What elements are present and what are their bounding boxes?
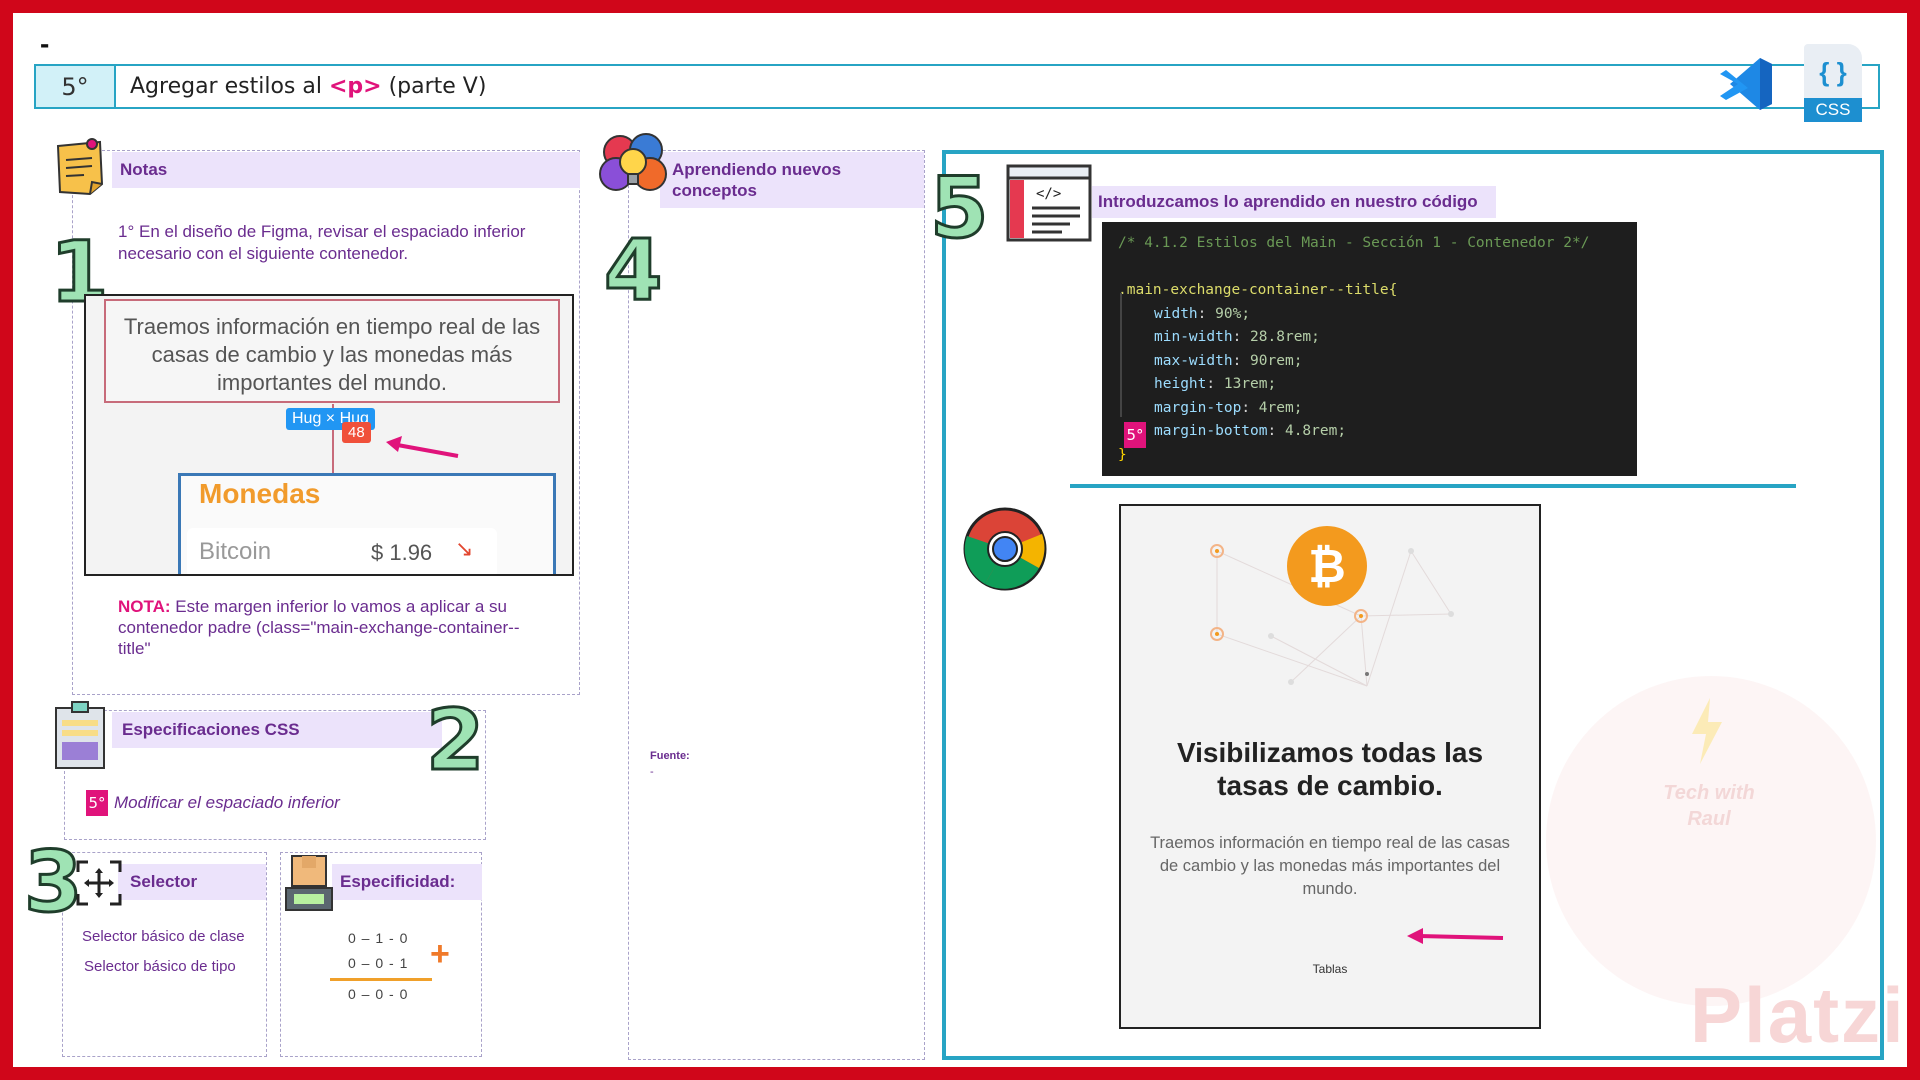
platzi-watermark: Platzi [1690, 971, 1906, 1059]
specificity-title: Especificidad: [332, 864, 482, 900]
chrome-icon [963, 507, 1047, 591]
lightning-watermark-icon [1692, 698, 1722, 764]
step-number: 5° [36, 66, 116, 107]
fuente-value: - [650, 766, 654, 778]
sum-divider [330, 978, 432, 981]
coin-price: $ 1.96 [371, 540, 433, 565]
coin-name: Bitcoin [199, 538, 272, 565]
watermark-badge: Tech with Raul [1663, 782, 1755, 830]
figma-text-box: Traemos información en tiempo real de la… [104, 299, 560, 403]
specs-title: Especificaciones CSS [112, 712, 442, 748]
brain-bulb-icon [599, 133, 667, 191]
step-3-number: 3 [22, 833, 83, 931]
code-line-max-width: max-width: 90rem; [1154, 352, 1303, 369]
preview-paragraph: Traemos información en tiempo real de la… [1150, 834, 1510, 898]
scrollbar[interactable] [1539, 656, 1541, 690]
code-section-title: Introduzcamos lo aprendido en nuestro có… [1092, 186, 1496, 218]
code-close-brace: } [1118, 446, 1127, 463]
specificity-line-2: 0 – 0 - 1 [348, 955, 409, 971]
css-file-icon: { } CSS [1804, 44, 1862, 122]
preview-heading: Visibilizamos todas las tasas de cambio. [1176, 737, 1484, 801]
concepts-title: Aprendiendo nuevos conceptos [660, 152, 924, 208]
code-line-min-width: min-width: 28.8rem; [1154, 329, 1320, 345]
code-selector: .main-exchange-container--title{ [1118, 282, 1398, 298]
monedas-title: Monedas [199, 478, 321, 509]
selector-item-type: Selector básico de tipo [84, 958, 236, 975]
step-5-badge: 5° [86, 790, 108, 816]
concepts-panel [628, 150, 925, 1060]
specificity-line-1: 0 – 1 - 0 [348, 930, 409, 946]
code-step-5-badge: 5° [1124, 422, 1146, 448]
nota-text: Este margen inferior lo vamos a aplicar … [118, 597, 520, 658]
monedas-container: Monedas Bitcoin $ 1.96 ↘ [178, 473, 556, 574]
scale-box-icon [285, 855, 333, 911]
notes-item-1: 1° En el diseño de Figma, revisar el esp… [118, 222, 526, 263]
section-divider [1070, 484, 1796, 488]
code-window-icon: </> [1006, 164, 1092, 242]
slide-title: Agregar estilos al <p> (parte V) [116, 74, 486, 99]
trend-down-icon: ↘ [455, 536, 474, 561]
clipboard-icon [55, 701, 105, 769]
move-select-icon [76, 860, 122, 906]
nota-label: NOTA: [118, 597, 171, 616]
code-line-margin-bottom: margin-bottom: 4.8rem; [1154, 423, 1347, 439]
svg-text:</>: </> [1036, 186, 1061, 202]
title-tag: <p> [328, 74, 382, 99]
nota-block: NOTA: Este margen inferior lo vamos a ap… [118, 596, 548, 659]
selector-title: Selector [118, 864, 266, 900]
fuente-label: Fuente: [650, 750, 690, 762]
code-comment: /* 4.1.2 Estilos del Main - Sección 1 - … [1118, 235, 1590, 251]
code-block: /* 4.1.2 Estilos del Main - Sección 1 - … [1102, 222, 1637, 476]
code-line-height: height: 13rem; [1154, 376, 1277, 392]
specs-item-text: Modificar el espaciado inferior [114, 793, 340, 812]
arrow-icon [386, 436, 459, 458]
title-suffix: (parte V) [388, 74, 487, 99]
css-braces: { } [1804, 44, 1862, 102]
arrow-icon [1407, 928, 1504, 944]
top-dash: - [40, 28, 50, 59]
plus-icon: + [430, 935, 450, 973]
step-4-number: 4 [602, 221, 663, 319]
figma-preview: Traemos información en tiempo real de la… [84, 294, 574, 576]
notes-title: Notas [112, 152, 580, 188]
specs-item: 5° Modificar el espaciado inferior [86, 790, 340, 816]
title-text: Agregar estilos al [130, 74, 322, 99]
step-5-number: 5 [928, 159, 989, 257]
bitcoin-icon: ₿ [1287, 526, 1367, 606]
browser-preview: ₿ Visibilizamos todas las tasas de cambi… [1119, 504, 1541, 1029]
spacing-badge: 48 [342, 422, 371, 443]
vscode-icon [1720, 58, 1772, 110]
specificity-result: 0 – 0 - 0 [348, 986, 409, 1002]
code-line-width: width: 90%; [1154, 305, 1251, 322]
indent-guide [1120, 293, 1122, 417]
slide-header: 5° Agregar estilos al <p> (parte V) [34, 64, 1880, 109]
preview-tab-label: Tablas [1312, 962, 1348, 976]
step-2-number: 2 [424, 691, 485, 789]
sticky-note-icon [56, 138, 104, 196]
css-label: CSS [1804, 98, 1862, 122]
code-line-margin-top: margin-top: 4rem; [1154, 399, 1303, 416]
selector-item-class: Selector básico de clase [82, 928, 245, 945]
